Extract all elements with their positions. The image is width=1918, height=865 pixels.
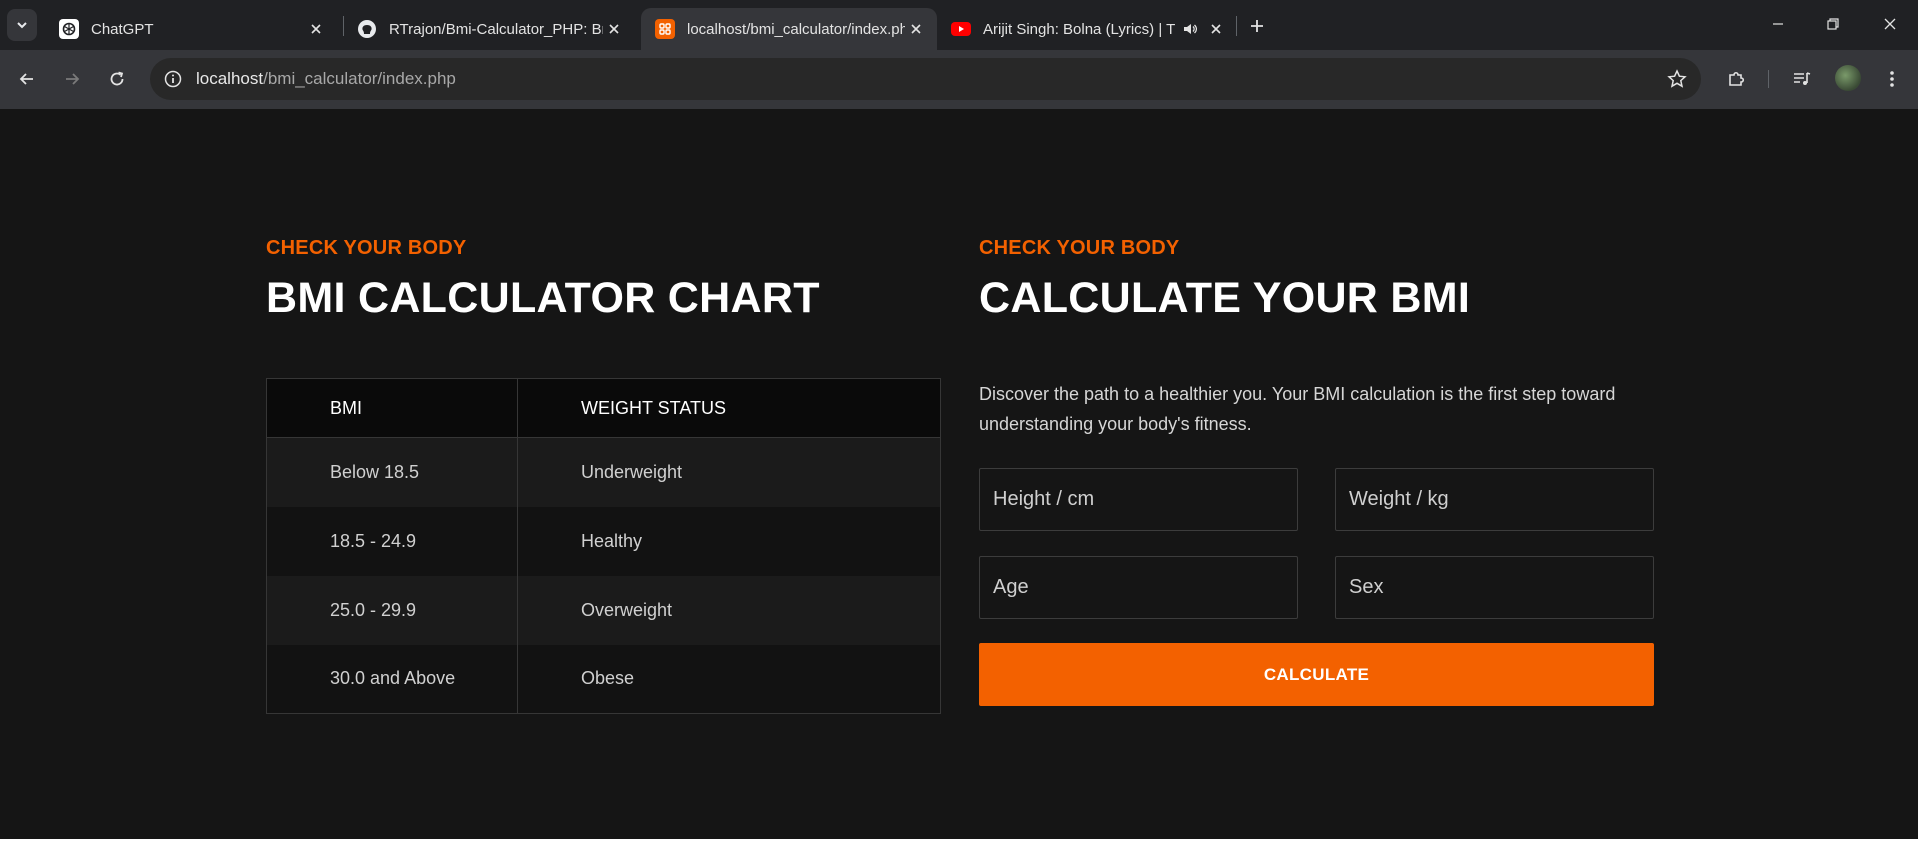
table-row: 30.0 and Above Obese: [266, 644, 941, 714]
age-input[interactable]: [979, 556, 1298, 619]
info-icon: [164, 70, 182, 88]
arrow-right-icon: [66, 73, 80, 85]
bmi-range-cell: 25.0 - 29.9: [266, 575, 518, 645]
avatar[interactable]: [1835, 65, 1861, 91]
chatgpt-icon: [59, 19, 79, 39]
extensions-button[interactable]: [1720, 63, 1752, 95]
bmi-range-cell: 18.5 - 24.9: [266, 506, 518, 576]
weight-status-cell: Healthy: [517, 506, 941, 576]
url-text[interactable]: localhost/bmi_calculator/index.php: [196, 69, 456, 89]
back-button[interactable]: [11, 63, 43, 95]
chevron-down-icon: [17, 22, 27, 29]
reload-icon: [110, 71, 124, 86]
tab-github[interactable]: RTrajon/Bmi-Calculator_PHP: Bmi: [343, 8, 635, 50]
youtube-icon: [951, 19, 971, 39]
bookmark-button[interactable]: [1665, 67, 1689, 91]
github-icon: [357, 19, 377, 39]
restore-button[interactable]: [1811, 8, 1855, 40]
table-row: 25.0 - 29.9 Overweight: [266, 575, 941, 645]
calculate-button[interactable]: CALCULATE: [979, 643, 1654, 706]
site-info-button[interactable]: [160, 66, 186, 92]
height-input[interactable]: [979, 468, 1298, 531]
forward-button[interactable]: [56, 63, 88, 95]
url-host: localhost: [196, 69, 264, 88]
calc-description: Discover the path to a healthier you. Yo…: [979, 384, 1616, 434]
bmi-range-cell: 30.0 and Above: [266, 644, 518, 714]
tab-strip: ChatGPT RTrajon/Bmi-Calculator_PHP: Bmi …: [0, 0, 1918, 50]
weight-status-cell: Underweight: [517, 437, 941, 507]
tab-title: localhost/bmi_calculator/index.php: [687, 20, 905, 38]
reload-button[interactable]: [101, 63, 133, 95]
close-icon[interactable]: [905, 18, 927, 40]
restore-icon: [1827, 18, 1839, 30]
table-header-bmi: BMI: [266, 378, 518, 438]
table-row: Below 18.5 Underweight: [266, 437, 941, 507]
table-row: 18.5 - 24.9 Healthy: [266, 506, 941, 576]
page-bottom: [0, 839, 1918, 865]
speaker-icon[interactable]: [1179, 18, 1201, 40]
table-header-row: BMI WEIGHT STATUS: [266, 378, 941, 438]
tab-title: ChatGPT: [91, 20, 154, 38]
toolbar-separator: [1768, 70, 1769, 88]
bmi-chart-table: BMI WEIGHT STATUS Below 18.5 Underweight…: [266, 378, 941, 714]
address-bar[interactable]: localhost/bmi_calculator/index.php: [150, 58, 1701, 100]
tab-bmi-calculator[interactable]: localhost/bmi_calculator/index.php: [641, 8, 937, 50]
sex-input[interactable]: [1335, 556, 1654, 619]
url-path: /bmi_calculator/index.php: [263, 69, 456, 88]
plus-icon: [1251, 20, 1263, 32]
tab-title: RTrajon/Bmi-Calculator_PHP: Bmi: [389, 20, 603, 38]
minimize-icon: [1773, 23, 1783, 25]
minimize-button[interactable]: [1756, 8, 1800, 40]
close-icon: [1884, 18, 1896, 30]
close-icon[interactable]: [1205, 18, 1227, 40]
close-window-button[interactable]: [1868, 8, 1912, 40]
weight-status-cell: Obese: [517, 644, 941, 714]
calc-title: CALCULATE YOUR BMI: [979, 274, 1471, 322]
menu-button[interactable]: [1876, 63, 1908, 95]
new-tab-button[interactable]: [1243, 12, 1271, 40]
chart-title: BMI CALCULATOR CHART: [266, 274, 820, 322]
close-icon[interactable]: [603, 18, 625, 40]
puzzle-icon: [1729, 71, 1745, 86]
table-header-weight-status: WEIGHT STATUS: [517, 378, 941, 438]
close-icon[interactable]: [305, 18, 327, 40]
calc-eyebrow: CHECK YOUR BODY: [979, 237, 1180, 259]
tab-separator: [1236, 16, 1237, 36]
page-content: CHECK YOUR BODY BMI CALCULATOR CHART BMI…: [0, 109, 1918, 839]
tab-search-button[interactable]: [7, 9, 37, 41]
media-control-button[interactable]: [1786, 63, 1818, 95]
more-vertical-icon: [1890, 71, 1894, 87]
tab-chatgpt[interactable]: ChatGPT: [45, 8, 337, 50]
arrow-left-icon: [19, 73, 33, 85]
tab-youtube[interactable]: Arijit Singh: Bolna (Lyrics) | T: [937, 8, 1237, 50]
star-icon: [1667, 69, 1687, 88]
bmi-range-cell: Below 18.5: [266, 437, 518, 507]
weight-status-cell: Overweight: [517, 575, 941, 645]
weight-input[interactable]: [1335, 468, 1654, 531]
chart-eyebrow: CHECK YOUR BODY: [266, 237, 467, 259]
browser-toolbar: localhost/bmi_calculator/index.php: [0, 50, 1918, 109]
queue-music-icon: [1794, 72, 1811, 85]
tab-title: Arijit Singh: Bolna (Lyrics) | T: [983, 20, 1176, 38]
xampp-icon: [655, 19, 675, 39]
